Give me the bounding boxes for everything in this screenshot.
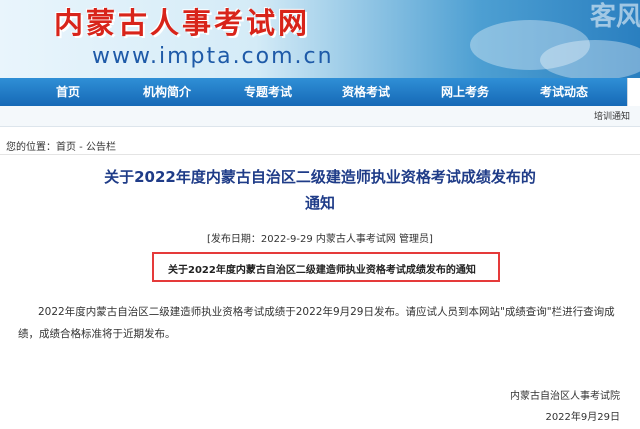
nav-item-home[interactable]: 首页 [56,78,80,106]
main-nav: 首页 机构简介 专题考试 资格考试 网上考务 考试动态 [0,78,640,106]
article-meta: [发布日期：2022-9-29 内蒙古人事考试网 管理员] [207,234,433,245]
banner-deco-text: 客风 [590,2,640,32]
training-notice-link[interactable]: 培训通知 [594,109,630,122]
article-body: 2022年度内蒙古自治区二级建造师执业资格考试成绩于2022年9月29日发布。请… [18,301,626,345]
nav-item-about[interactable]: 机构简介 [143,78,191,106]
article-signature: 内蒙古自治区人事考试院 [510,391,620,402]
nav-item-exam-news[interactable]: 考试动态 [540,78,588,106]
sub-bar: 培训通知 [0,106,640,127]
breadcrumb-home-link[interactable]: 首页 [56,142,76,153]
breadcrumb-section-link[interactable]: 公告栏 [86,142,116,153]
banner-cloud [540,40,640,78]
breadcrumb-separator: - [76,142,86,153]
article-title-line2: 通知 [304,194,335,212]
site-url: www.impta.com.cn [92,44,334,69]
breadcrumb-prefix: 您的位置： [6,142,56,153]
nav-item-online-affairs[interactable]: 网上考务 [441,78,489,106]
article-title-line1: 关于2022年度内蒙古自治区二级建造师执业资格考试成绩发布的 [104,168,536,186]
highlighted-title: 关于2022年度内蒙古自治区二级建造师执业资格考试成绩发布的通知 [168,265,476,276]
nav-item-special-exams[interactable]: 专题考试 [244,78,292,106]
site-logo[interactable]: 内蒙古人事考试网 [54,0,310,42]
article-date: 2022年9月29日 [545,412,620,423]
breadcrumb: 您的位置：首页 - 公告栏 [6,138,116,153]
site-banner: 内蒙古人事考试网 www.impta.com.cn 客风 [0,0,640,78]
article-body-text: 2022年度内蒙古自治区二级建造师执业资格考试成绩于2022年9月29日发布。请… [18,306,615,340]
divider [0,154,640,155]
highlighted-title-box: 关于2022年度内蒙古自治区二级建造师执业资格考试成绩发布的通知 [152,252,500,282]
nav-item-qualification-exams[interactable]: 资格考试 [342,78,390,106]
